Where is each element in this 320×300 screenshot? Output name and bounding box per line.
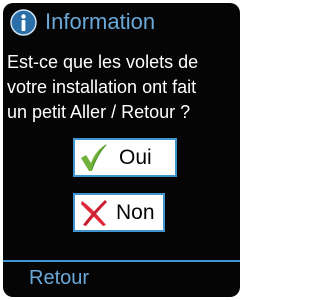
question-text: Est-ce que les volets de votre installat… — [7, 50, 239, 125]
question-line: Est-ce que les volets de — [7, 52, 199, 72]
yes-button[interactable]: Oui — [75, 140, 175, 175]
info-icon — [10, 9, 37, 36]
dialog-header: Information — [3, 3, 240, 40]
footer-divider — [3, 260, 240, 262]
device-frame: Information Est-ce que les volets de vot… — [0, 0, 243, 300]
dialog-title: Information — [45, 9, 156, 34]
cross-icon — [81, 200, 107, 226]
yes-button-label: Oui — [119, 146, 152, 169]
back-button[interactable]: Retour — [29, 265, 89, 291]
dialog-screen: Information Est-ce que les volets de vot… — [3, 3, 240, 297]
no-button[interactable]: Non — [75, 195, 163, 230]
question-line: votre installation ont fait — [7, 77, 197, 97]
check-icon — [81, 144, 107, 171]
question-line: un petit Aller / Retour ? — [7, 102, 191, 122]
no-button-label: Non — [116, 201, 155, 224]
